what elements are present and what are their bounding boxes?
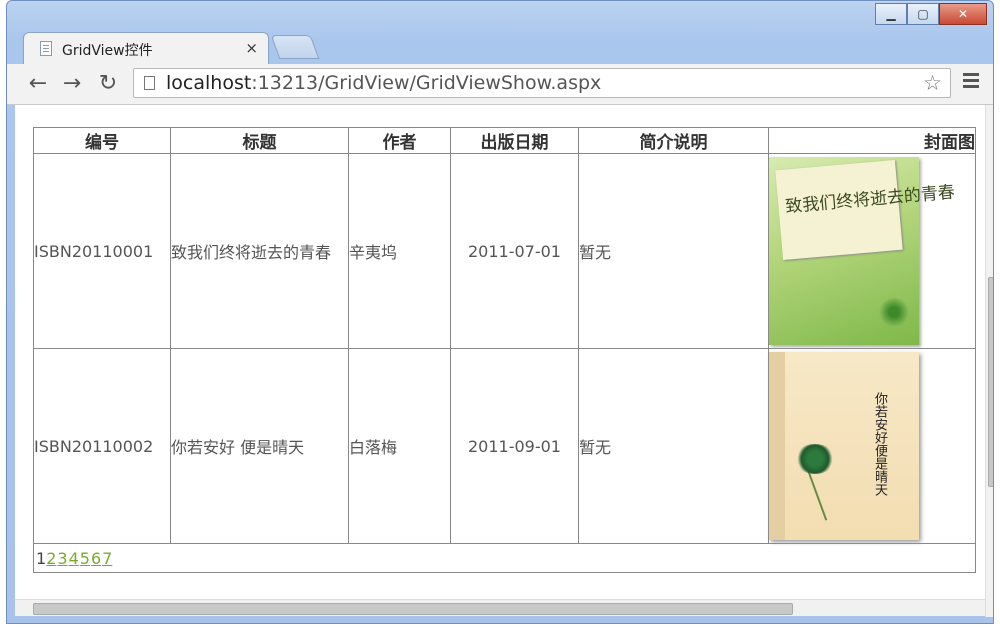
tab-title: GridView控件 — [62, 43, 153, 59]
reload-icon[interactable]: ↻ — [95, 71, 121, 97]
maximize-button[interactable]: ▢ — [907, 3, 939, 25]
vertical-scrollbar[interactable] — [985, 105, 993, 617]
cell-description: 暂无 — [578, 348, 769, 544]
new-tab-button[interactable] — [270, 35, 320, 59]
close-window-button[interactable]: ✕ — [939, 3, 987, 25]
cell-date: 2011-07-01 — [450, 153, 579, 349]
header-date: 出版日期 — [450, 127, 579, 154]
cell-isbn: ISBN20110002 — [33, 348, 171, 544]
forward-arrow-icon[interactable]: → — [59, 71, 85, 97]
header-isbn: 编号 — [33, 127, 171, 154]
page-icon — [144, 76, 155, 90]
book-gridview: 编号 标题 作者 出版日期 简介说明 封面图 ISBN20110001 致我们终… — [33, 127, 976, 573]
table-row: ISBN20110001 致我们终将逝去的青春 辛夷坞 2011-07-01 暂… — [33, 153, 976, 349]
url-path: :13213/GridView/GridViewShow.aspx — [251, 72, 602, 94]
cell-cover: 致我们终将逝去的青春 — [768, 153, 976, 349]
browser-toolbar: ← → ↻ localhost:13213/GridView/GridViewS… — [7, 64, 993, 105]
cell-date: 2011-09-01 — [450, 348, 579, 544]
cell-description: 暂无 — [578, 153, 769, 349]
pager-current-page: 1 — [36, 548, 47, 568]
back-arrow-icon[interactable]: ← — [25, 71, 51, 97]
pager-link-5[interactable]: 5 — [80, 549, 90, 568]
pager-link-6[interactable]: 6 — [91, 549, 101, 568]
document-icon — [40, 41, 52, 56]
vertical-scroll-thumb[interactable] — [988, 277, 993, 487]
window-controls: ▁ ▢ ✕ — [875, 3, 987, 25]
pager-link-2[interactable]: 2 — [46, 549, 56, 568]
cell-title: 你若安好 便是晴天 — [170, 348, 349, 544]
cover-flower-graphic — [795, 444, 835, 474]
book-cover-image: 你若安好便是晴天 — [769, 352, 919, 540]
page-content: 编号 标题 作者 出版日期 简介说明 封面图 ISBN20110001 致我们终… — [15, 105, 985, 601]
pager-link-3[interactable]: 3 — [57, 549, 67, 568]
pager-link-4[interactable]: 4 — [69, 549, 79, 568]
address-bar[interactable]: localhost:13213/GridView/GridViewShow.as… — [133, 68, 951, 98]
pager: 1234567 — [33, 543, 976, 573]
cell-title: 致我们终将逝去的青春 — [170, 153, 349, 349]
cover-title-art: 你若安好便是晴天 — [872, 392, 887, 496]
horizontal-scroll-thumb[interactable] — [33, 603, 793, 615]
menu-icon[interactable] — [963, 73, 979, 89]
browser-tab[interactable]: GridView控件 × — [23, 32, 269, 65]
header-cover: 封面图 — [768, 127, 976, 154]
horizontal-scrollbar[interactable] — [15, 599, 985, 616]
minimize-button[interactable]: ▁ — [875, 3, 907, 25]
url-host: localhost — [166, 72, 252, 94]
cover-spine-graphic — [769, 352, 785, 540]
cover-plant-graphic — [879, 292, 909, 332]
pager-link-7[interactable]: 7 — [102, 549, 112, 568]
header-description: 简介说明 — [578, 127, 769, 154]
header-author: 作者 — [348, 127, 451, 154]
bookmark-star-icon[interactable]: ☆ — [923, 71, 942, 95]
book-cover-image: 致我们终将逝去的青春 — [769, 157, 956, 345]
grid-header-row: 编号 标题 作者 出版日期 简介说明 封面图 — [33, 127, 976, 154]
header-title: 标题 — [170, 127, 349, 154]
cell-author-link[interactable]: 辛夷坞 — [348, 153, 451, 349]
cell-cover: 你若安好便是晴天 — [768, 348, 976, 544]
cell-author-link[interactable]: 白落梅 — [348, 348, 451, 544]
tab-close-icon[interactable]: × — [245, 39, 258, 57]
table-row: ISBN20110002 你若安好 便是晴天 白落梅 2011-09-01 暂无… — [33, 348, 976, 544]
browser-window: ▁ ▢ ✕ GridView控件 × ← → ↻ localhost:13213… — [6, 0, 994, 624]
pager-row: 1234567 — [33, 543, 976, 573]
cell-isbn: ISBN20110001 — [33, 153, 171, 349]
url-text: localhost:13213/GridView/GridViewShow.as… — [166, 72, 601, 94]
